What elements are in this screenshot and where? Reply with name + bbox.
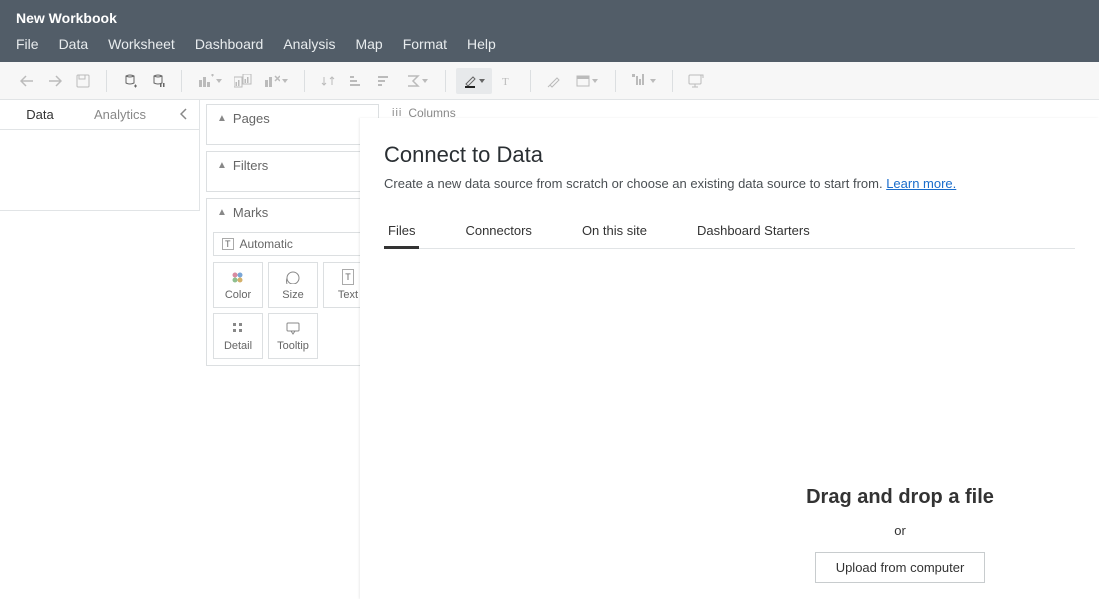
marks-type-label: Automatic xyxy=(240,237,293,251)
pages-shelf[interactable]: ▲ Pages xyxy=(206,104,379,145)
filters-label: Filters xyxy=(233,158,268,173)
menu-analysis[interactable]: Analysis xyxy=(283,36,335,52)
tb-group-fit xyxy=(535,68,611,94)
sort-desc-button[interactable] xyxy=(371,68,397,94)
tb-group-present xyxy=(620,68,668,94)
tb-group-sort xyxy=(309,68,441,94)
tooltip-icon xyxy=(286,320,300,336)
menu-worksheet[interactable]: Worksheet xyxy=(108,36,175,52)
marks-color-button[interactable]: Color xyxy=(213,262,263,308)
highlight-button[interactable] xyxy=(456,68,492,94)
filters-shelf[interactable]: ▲ Filters xyxy=(206,151,379,192)
marks-color-label: Color xyxy=(225,289,251,301)
menu-help[interactable]: Help xyxy=(467,36,496,52)
svg-text:T: T xyxy=(502,76,509,87)
upload-from-computer-button[interactable]: Upload from computer xyxy=(815,552,986,583)
marks-size-button[interactable]: Size xyxy=(268,262,318,308)
learn-more-link[interactable]: Learn more. xyxy=(886,176,956,191)
back-button[interactable] xyxy=(14,68,40,94)
tab-connectors[interactable]: Connectors xyxy=(461,215,535,249)
collapse-left-panel-button[interactable] xyxy=(175,107,199,123)
menu-dashboard[interactable]: Dashboard xyxy=(195,36,264,52)
shelves-column: ▲ Pages ▲ Filters ▲ Marks T Automatic xyxy=(200,100,385,599)
text-label-button[interactable]: T xyxy=(494,68,520,94)
workspace: Data Analytics ▲ Pages ▲ Filters ▲ xyxy=(0,100,1099,599)
tab-files[interactable]: Files xyxy=(384,215,419,249)
toolbar-sep xyxy=(445,70,446,92)
color-icon xyxy=(231,269,245,285)
toolbar: T xyxy=(0,62,1099,100)
show-me-button[interactable] xyxy=(626,68,662,94)
save-button[interactable] xyxy=(70,68,96,94)
new-worksheet-button[interactable] xyxy=(192,68,228,94)
tb-group-nav xyxy=(8,68,102,94)
left-tabs: Data Analytics xyxy=(0,100,199,130)
fit-button[interactable] xyxy=(569,68,605,94)
detail-icon xyxy=(231,320,245,336)
text-icon: T xyxy=(342,269,354,285)
duplicate-sheet-button[interactable] xyxy=(230,68,256,94)
marks-tooltip-button[interactable]: Tooltip xyxy=(268,313,318,359)
titlebar: New Workbook File Data Worksheet Dashboa… xyxy=(0,0,1099,62)
clear-sheet-button[interactable] xyxy=(258,68,294,94)
toolbar-sep xyxy=(304,70,305,92)
tab-data[interactable]: Data xyxy=(0,100,80,129)
forward-button[interactable] xyxy=(42,68,68,94)
marks-tooltip-label: Tooltip xyxy=(277,340,309,352)
tb-group-share xyxy=(677,68,715,94)
toolbar-sep xyxy=(672,70,673,92)
drop-or: or xyxy=(745,523,1055,538)
sort-asc-button[interactable] xyxy=(343,68,369,94)
marks-detail-button[interactable]: Detail xyxy=(213,313,263,359)
connect-tabs: Files Connectors On this site Dashboard … xyxy=(384,215,1075,249)
toolbar-sep xyxy=(181,70,182,92)
text-icon: T xyxy=(222,238,234,250)
tb-group-format: T xyxy=(450,68,526,94)
marks-card: ▲ Marks T Automatic Color xyxy=(206,198,379,366)
swap-button[interactable] xyxy=(315,68,341,94)
tb-group-data xyxy=(111,68,177,94)
menu-map[interactable]: Map xyxy=(355,36,382,52)
totals-button[interactable] xyxy=(399,68,435,94)
menubar: File Data Worksheet Dashboard Analysis M… xyxy=(16,36,1083,52)
presentation-button[interactable] xyxy=(683,68,709,94)
toolbar-sep xyxy=(530,70,531,92)
connect-to-data-dialog: Connect to Data Create a new data source… xyxy=(360,118,1099,599)
file-drop-area[interactable]: Drag and drop a file or Upload from comp… xyxy=(745,486,1055,583)
size-icon xyxy=(285,269,301,285)
marks-text-label: Text xyxy=(338,289,358,301)
marks-type-dropdown[interactable]: T Automatic xyxy=(213,232,372,256)
marks-size-label: Size xyxy=(282,289,303,301)
tb-group-sheet xyxy=(186,68,300,94)
refresh-datasource-button[interactable] xyxy=(145,68,171,94)
dialog-description-text: Create a new data source from scratch or… xyxy=(384,176,886,191)
format-workbook-button[interactable] xyxy=(541,68,567,94)
pages-label: Pages xyxy=(233,111,270,126)
tab-analytics[interactable]: Analytics xyxy=(80,100,160,129)
marks-label: Marks xyxy=(233,205,268,220)
tab-dashboard-starters[interactable]: Dashboard Starters xyxy=(693,215,814,249)
chevron-up-icon: ▲ xyxy=(217,113,227,124)
tab-on-this-site[interactable]: On this site xyxy=(578,215,651,249)
toolbar-sep xyxy=(106,70,107,92)
left-panel: Data Analytics xyxy=(0,100,200,211)
menu-data[interactable]: Data xyxy=(59,36,89,52)
marks-detail-label: Detail xyxy=(224,340,252,352)
chevron-up-icon: ▲ xyxy=(217,160,227,171)
chevron-up-icon: ▲ xyxy=(217,207,227,218)
dialog-description: Create a new data source from scratch or… xyxy=(384,176,1075,191)
toolbar-sep xyxy=(615,70,616,92)
menu-format[interactable]: Format xyxy=(403,36,447,52)
workbook-title: New Workbook xyxy=(16,0,1083,26)
new-datasource-button[interactable] xyxy=(117,68,143,94)
dialog-title: Connect to Data xyxy=(384,142,1075,168)
menu-file[interactable]: File xyxy=(16,36,39,52)
drop-title: Drag and drop a file xyxy=(745,486,1055,509)
